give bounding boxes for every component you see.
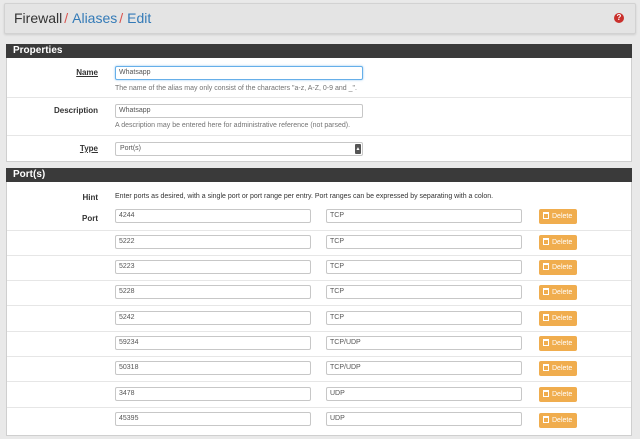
divider [7,230,631,231]
port-input[interactable]: 3478 [115,387,311,401]
divider [7,305,631,306]
trash-icon [543,288,549,295]
port-input[interactable]: 5228 [115,285,311,299]
delete-label: Delete [552,417,573,424]
delete-label: Delete [552,315,573,322]
breadcrumb-firewall[interactable]: Firewall [14,10,62,26]
hint-text: Enter ports as desired, with a single po… [115,193,494,200]
type-label: Type [79,144,98,153]
trash-icon [543,212,549,219]
port-description-input[interactable]: TCP [326,285,522,299]
delete-label: Delete [552,340,573,347]
port-label: Port [82,214,98,223]
port-input[interactable]: 5222 [115,235,311,249]
delete-button[interactable]: Delete [539,235,577,250]
port-input[interactable]: 4244 [115,209,311,223]
delete-button[interactable]: Delete [539,311,577,326]
divider [7,407,631,408]
delete-label: Delete [552,239,573,246]
port-description-input[interactable]: TCP [326,311,522,325]
delete-button[interactable]: Delete [539,260,577,275]
port-description-input[interactable]: TCP [326,209,522,223]
delete-label: Delete [552,213,573,220]
trash-icon [543,339,549,346]
divider [7,97,631,98]
divider [7,255,631,256]
trash-icon [543,263,549,270]
description-help: A description may be entered here for ad… [115,122,351,129]
port-input[interactable]: 5223 [115,260,311,274]
port-input[interactable]: 45395 [115,412,311,426]
divider [7,356,631,357]
port-description-input[interactable]: TCP [326,260,522,274]
delete-label: Delete [552,264,573,271]
breadcrumb-separator: / [64,10,69,26]
breadcrumb-aliases[interactable]: Aliases [72,10,117,26]
delete-label: Delete [552,289,573,296]
delete-label: Delete [552,365,573,372]
divider [7,381,631,382]
breadcrumb-edit[interactable]: Edit [127,10,151,26]
description-label: Description [53,106,98,115]
port-description-input[interactable]: UDP [326,412,522,426]
breadcrumb-separator: / [119,10,124,26]
delete-button[interactable]: Delete [539,285,577,300]
port-description-input[interactable]: TCP/UDP [326,336,522,350]
name-input[interactable]: Whatsapp [115,66,363,80]
delete-button[interactable]: Delete [539,336,577,351]
trash-icon [543,238,549,245]
divider [7,280,631,281]
description-input[interactable]: Whatsapp [115,104,363,118]
divider [7,331,631,332]
port-description-input[interactable]: TCP/UDP [326,361,522,375]
type-select-value: Port(s) [120,145,141,152]
breadcrumb: Firewall / Aliases / Edit [14,10,151,26]
ports-heading: Port(s) [6,168,632,182]
delete-button[interactable]: Delete [539,361,577,376]
type-select[interactable]: Port(s) ▲ [115,142,363,156]
trash-icon [543,390,549,397]
port-description-input[interactable]: TCP [326,235,522,249]
help-icon[interactable]: ? [614,13,624,23]
delete-button[interactable]: Delete [539,209,577,224]
port-input[interactable]: 50318 [115,361,311,375]
port-input[interactable]: 5242 [115,311,311,325]
name-help: The name of the alias may only consist o… [115,85,357,92]
delete-button[interactable]: Delete [539,387,577,402]
port-input[interactable]: 59234 [115,336,311,350]
trash-icon [543,314,549,321]
name-label: Name [76,68,98,77]
trash-icon [543,416,549,423]
delete-label: Delete [552,391,573,398]
divider [7,135,631,136]
properties-heading: Properties [6,44,632,58]
chevron-down-icon: ▲ [355,144,361,154]
hint-label: Hint [82,193,98,202]
trash-icon [543,364,549,371]
delete-button[interactable]: Delete [539,413,577,428]
port-description-input[interactable]: UDP [326,387,522,401]
